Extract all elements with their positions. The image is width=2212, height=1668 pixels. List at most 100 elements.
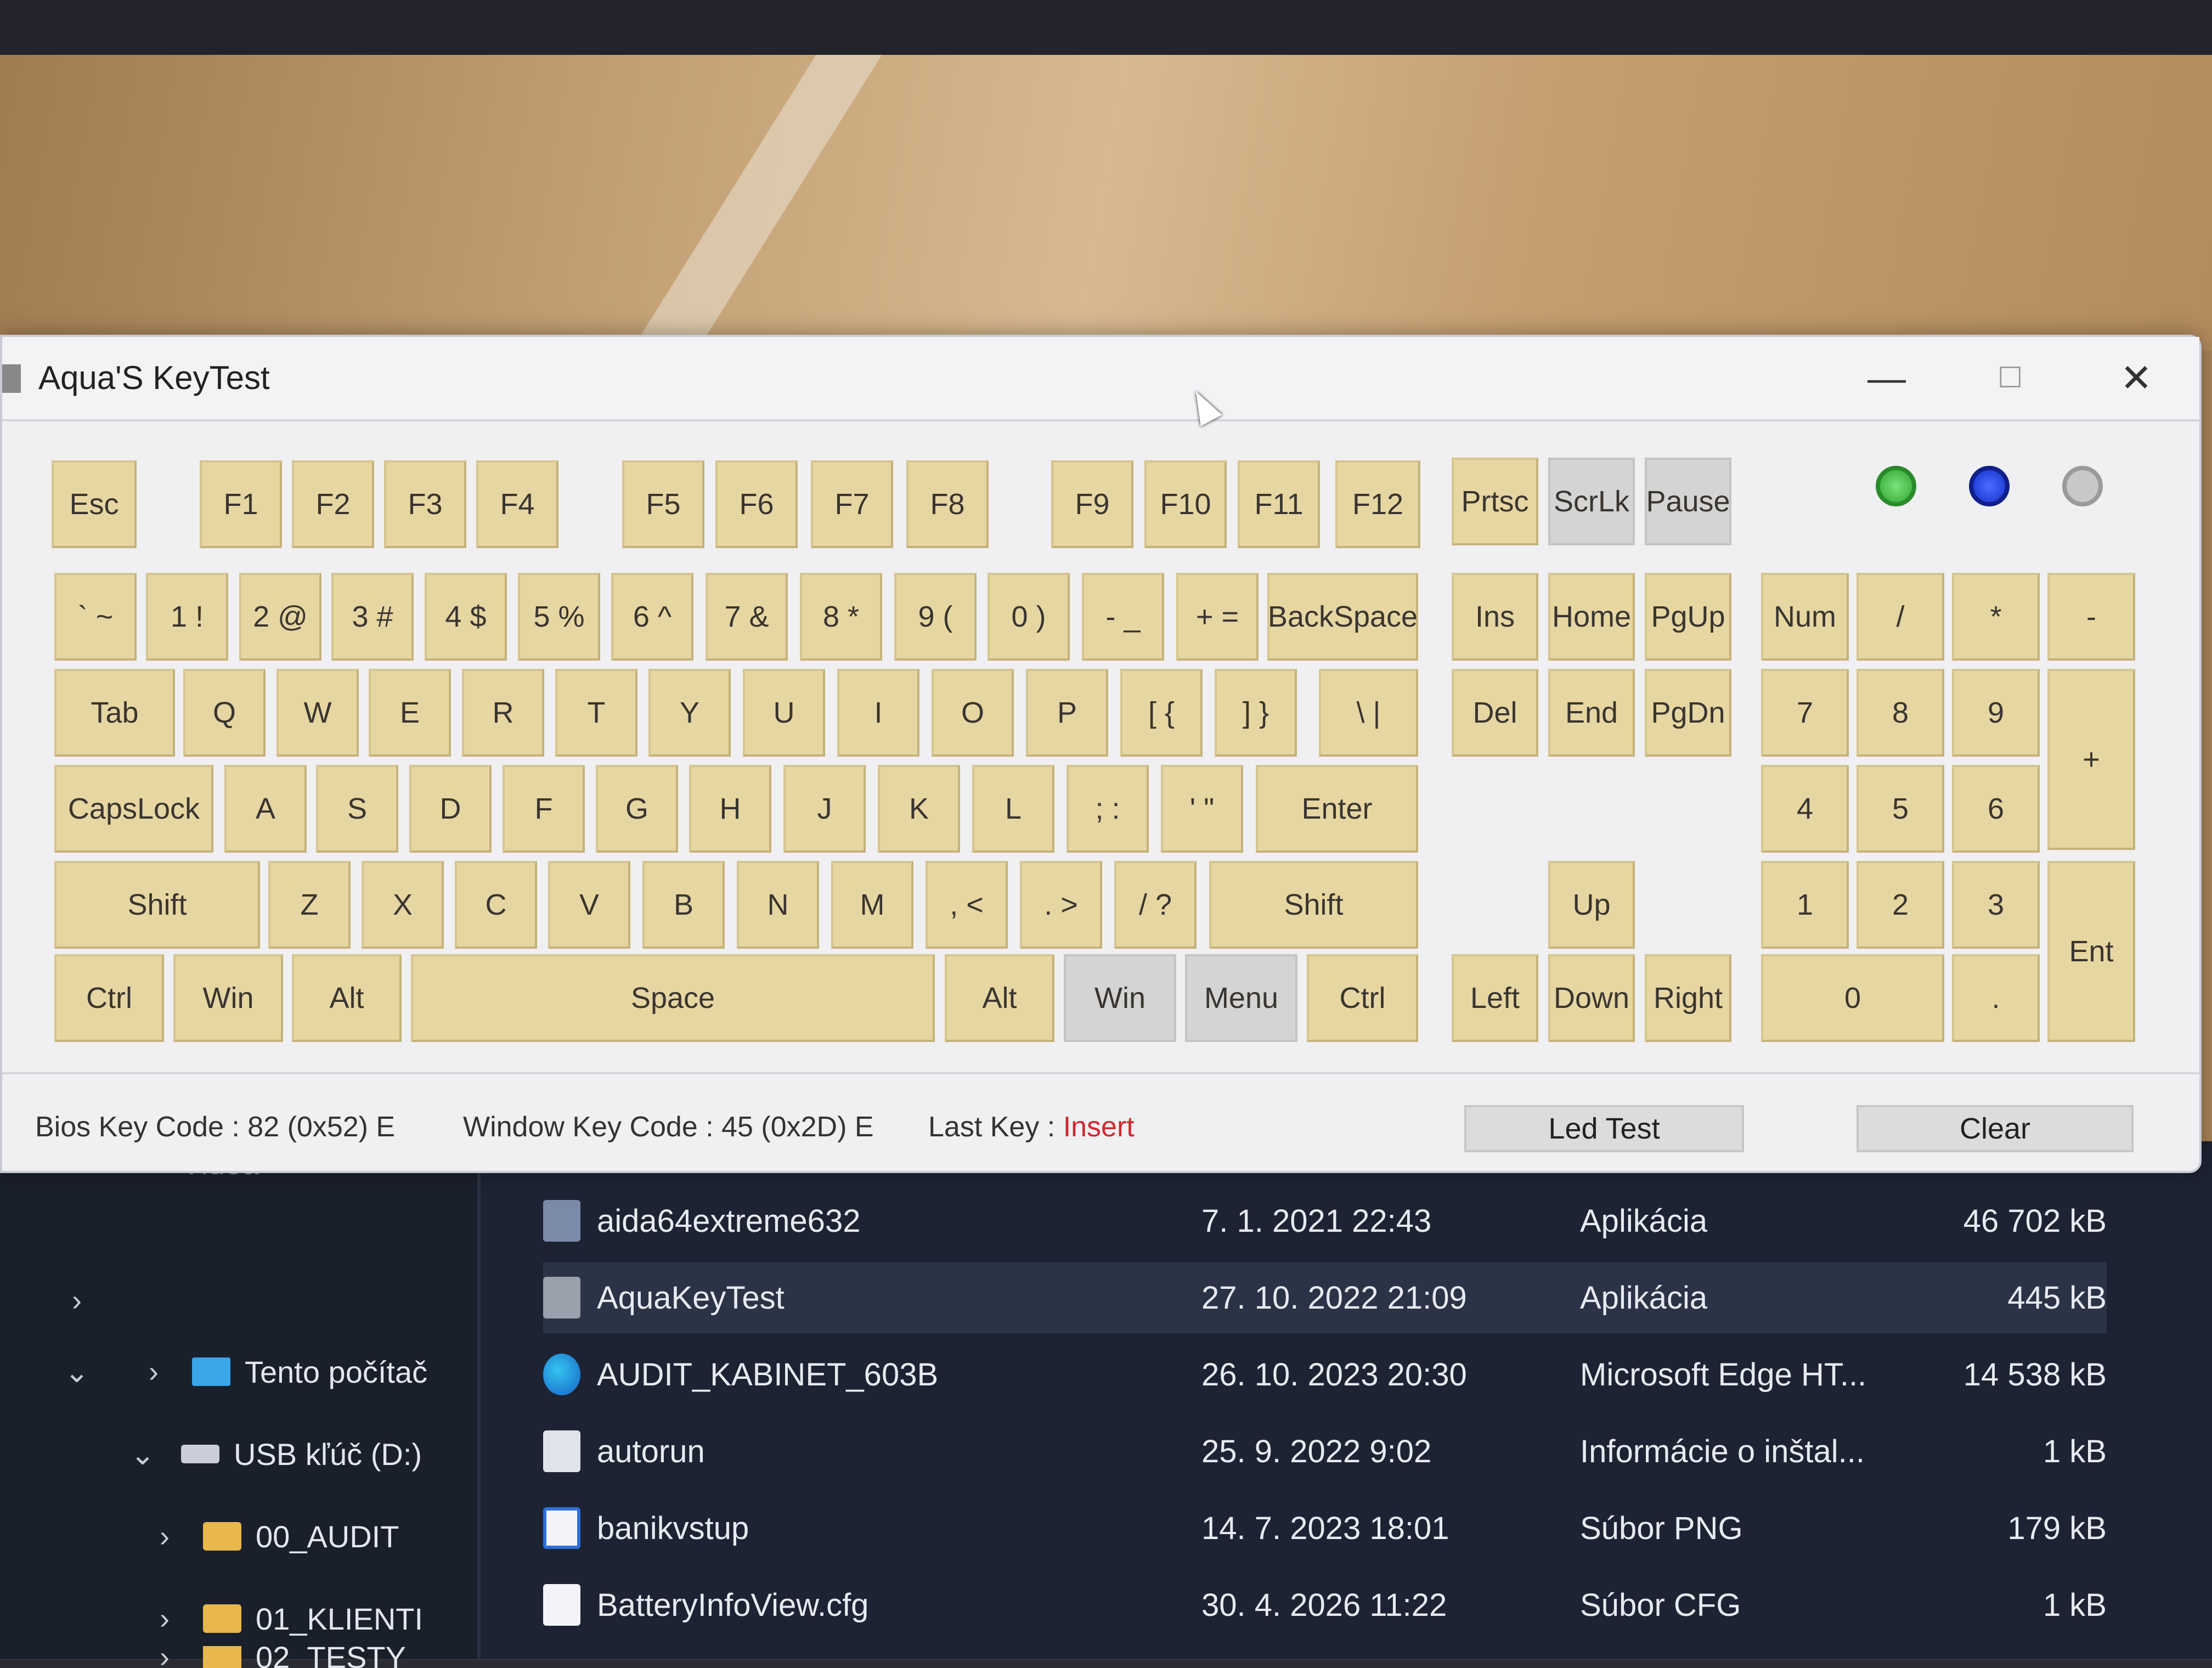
- key-tilde: ` ~: [54, 573, 137, 661]
- clear-button[interactable]: Clear: [1857, 1105, 2134, 1152]
- key-right-ctrl: Ctrl: [1307, 954, 1418, 1042]
- key-n: N: [737, 861, 819, 949]
- key-num-8: 8: [1857, 669, 1944, 757]
- key-num-7: 7: [1761, 669, 1849, 757]
- nav-item-usb[interactable]: ⌄ USB kľúč (D:): [126, 1421, 422, 1487]
- key-num-5: 5: [1857, 765, 1944, 853]
- nav-label: Tento počítač: [245, 1354, 428, 1389]
- title-bar[interactable]: Aqua'S KeyTest — ☐ ✕: [2, 337, 2199, 419]
- key-num-1: 1: [1761, 861, 1849, 949]
- divider: [2, 419, 2199, 421]
- key-f12: F12: [1335, 460, 1420, 548]
- key-m: M: [831, 861, 913, 949]
- nav-item-this-pc[interactable]: ⌄ › Tento počítač: [60, 1339, 427, 1405]
- file-size: 445 kB: [2007, 1280, 2107, 1316]
- file-size: 1 kB: [2042, 1587, 2107, 1623]
- key-h: H: [689, 765, 771, 853]
- key-left-win: Win: [173, 954, 283, 1042]
- key-semicolon: ; :: [1066, 765, 1149, 853]
- navigation-pane: Videá › ⌄ › Tento počítač ⌄ USB kľúč (D:…: [0, 1141, 481, 1668]
- key-0: 0 ): [988, 573, 1070, 661]
- nav-label: 02_TESTY: [256, 1646, 406, 1668]
- file-date: 7. 1. 2021 22:43: [1201, 1203, 1432, 1239]
- key-num-minus: -: [2047, 573, 2135, 661]
- key-slash: / ?: [1114, 861, 1197, 949]
- key-x: X: [362, 861, 444, 949]
- drive-icon: [181, 1445, 219, 1463]
- key-f4: F4: [476, 460, 558, 548]
- status-divider: [2, 1072, 2199, 1074]
- key-f6: F6: [715, 460, 798, 548]
- key-right: Right: [1645, 954, 1731, 1042]
- file-row[interactable]: aida64extreme632 7. 1. 2021 22:43 Apliká…: [543, 1185, 2107, 1256]
- file-row[interactable]: autorun 25. 9. 2022 9:02 Informácie o in…: [543, 1416, 2107, 1487]
- file-name: BatteryInfoView.cfg: [597, 1587, 869, 1623]
- key-k: K: [878, 765, 960, 853]
- file-row[interactable]: AUDIT_KABINET_603B 26. 10. 2023 20:30 Mi…: [543, 1339, 2107, 1410]
- key-num-0: 0: [1761, 954, 1944, 1042]
- key-num-divide: /: [1857, 573, 1944, 661]
- file-type: Microsoft Edge HT...: [1580, 1356, 1867, 1393]
- key-right-alt: Alt: [945, 954, 1054, 1042]
- bios-key-code: Bios Key Code : 82 (0x52) E: [35, 1111, 396, 1143]
- key-3: 3 #: [331, 573, 414, 661]
- led-blue-indicator: [1969, 466, 2010, 506]
- nav-item-01-klienti[interactable]: › 01_KLIENTI: [148, 1586, 423, 1652]
- key-num-enter: Ent: [2047, 861, 2135, 1042]
- key-c: C: [455, 861, 537, 949]
- close-button[interactable]: ✕: [2106, 353, 2166, 403]
- key-num-plus: +: [2047, 669, 2135, 850]
- settings-file-icon: [543, 1430, 580, 1472]
- file-row[interactable]: banikvstup 14. 7. 2023 18:01 Súbor PNG 1…: [543, 1492, 2107, 1564]
- key-f7: F7: [811, 460, 893, 548]
- key-6: 6 ^: [611, 573, 693, 661]
- led-grey-indicator: [2062, 466, 2103, 506]
- key-o: O: [932, 669, 1014, 757]
- key-left-alt: Alt: [292, 954, 402, 1042]
- key-l: L: [972, 765, 1054, 853]
- key-7: 7 &: [706, 573, 788, 661]
- file-type: Aplikácia: [1580, 1203, 1708, 1239]
- nav-item-02-testy[interactable]: › 02_TESTY: [148, 1646, 406, 1668]
- key-left-shift: Shift: [54, 861, 260, 949]
- folder-icon: [203, 1522, 241, 1551]
- key-f9: F9: [1051, 460, 1133, 548]
- key-f3: F3: [384, 460, 466, 548]
- key-f11: F11: [1238, 460, 1320, 548]
- monitor-bezel: [0, 0, 2212, 55]
- key-num-2: 2: [1857, 861, 1944, 949]
- key-num-multiply: *: [1952, 573, 2040, 661]
- expand-chevron[interactable]: ›: [60, 1267, 93, 1333]
- last-key-label: Last Key :: [928, 1111, 1056, 1143]
- key-g: G: [596, 765, 678, 853]
- file-date: 30. 4. 2026 11:22: [1201, 1587, 1447, 1623]
- last-key: Last Key : Insert: [928, 1111, 1135, 1143]
- key-backslash: \ |: [1319, 669, 1418, 757]
- key-8: 8 *: [800, 573, 882, 661]
- key-v: V: [548, 861, 630, 949]
- file-row-selected[interactable]: AquaKeyTest 27. 10. 2022 21:09 Aplikácia…: [543, 1262, 2107, 1333]
- maximize-button[interactable]: ☐: [1980, 353, 2040, 403]
- key-right-win: Win: [1064, 954, 1176, 1042]
- key-u: U: [743, 669, 825, 757]
- file-type: Súbor PNG: [1580, 1510, 1743, 1546]
- minimize-button[interactable]: —: [1857, 353, 1917, 403]
- key-up: Up: [1548, 861, 1635, 949]
- file-row[interactable]: BatteryInfoView.cfg 30. 4. 2026 11:22 Sú…: [543, 1569, 2107, 1641]
- key-pause: Pause: [1645, 458, 1731, 545]
- nav-label: 00_AUDIT: [256, 1519, 399, 1554]
- nav-item-00-audit[interactable]: › 00_AUDIT: [148, 1503, 399, 1569]
- key-f5: F5: [622, 460, 704, 548]
- file-name: autorun: [597, 1433, 705, 1469]
- led-test-button[interactable]: Led Test: [1464, 1105, 1744, 1152]
- key-end: End: [1548, 669, 1635, 757]
- key-q: Q: [183, 669, 266, 757]
- file-date: 14. 7. 2023 18:01: [1201, 1510, 1449, 1546]
- key-r: R: [462, 669, 544, 757]
- key-period: . >: [1020, 861, 1102, 949]
- key-scrlk: ScrLk: [1548, 458, 1635, 545]
- keytest-window: Aqua'S KeyTest — ☐ ✕ Esc F1 F2 F3 F4 F 5 …: [0, 335, 2202, 1173]
- key-num-3: 3: [1952, 861, 2040, 949]
- computer-icon: [192, 1357, 230, 1386]
- file-size: 179 kB: [2007, 1510, 2107, 1546]
